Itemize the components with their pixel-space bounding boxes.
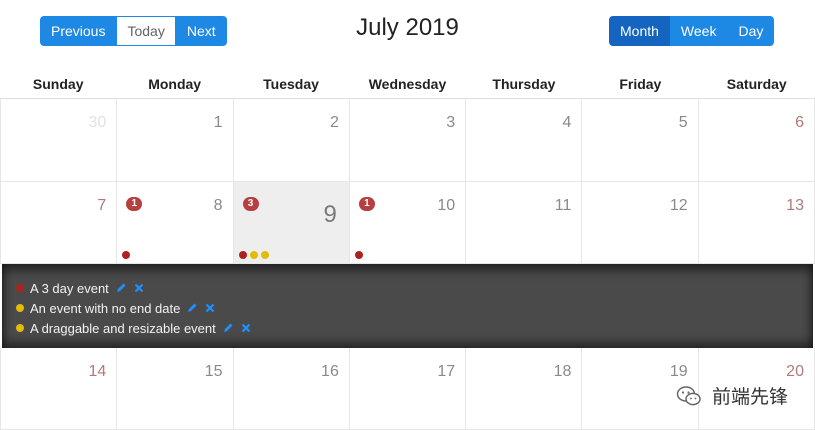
wechat-icon [676, 385, 701, 405]
day-number: 14 [88, 363, 107, 380]
day-number: 8 [213, 197, 223, 214]
close-icon[interactable] [204, 302, 216, 314]
event-color-dot [16, 324, 24, 332]
day-number: 9 [323, 201, 337, 228]
day-number: 17 [437, 363, 456, 380]
day-number: 1 [213, 114, 223, 131]
event-dot [354, 251, 363, 259]
event-color-dot [16, 284, 24, 292]
day-cell[interactable]: 30 [0, 99, 118, 182]
event-count-badge: 3 [242, 197, 259, 211]
day-cell[interactable]: 81 [117, 182, 234, 264]
day-cell[interactable]: 10 1 [349, 182, 467, 264]
day-cell[interactable]: 7 [0, 182, 118, 264]
event-item[interactable]: A 3 day event [2, 278, 813, 298]
day-cell[interactable]: 17 [349, 348, 467, 430]
event-title[interactable]: An event with no end date [30, 301, 180, 316]
day-number: 3 [446, 114, 456, 131]
pencil-icon[interactable] [186, 302, 198, 314]
day-number: 2 [329, 114, 339, 131]
pencil-icon[interactable] [115, 282, 127, 294]
day-cell[interactable]: 4 [466, 99, 583, 182]
weekday-monday: Monday [148, 76, 202, 92]
weekday-wednesday: Wednesday [368, 76, 447, 92]
day-cell[interactable]: 15 [117, 348, 234, 430]
event-item[interactable]: A draggable and resizable event [2, 318, 813, 338]
day-number: 30 [88, 114, 107, 131]
week-view-button[interactable]: Week [669, 16, 728, 46]
day-cell[interactable]: 11 [466, 182, 583, 264]
day-number: 15 [204, 363, 223, 380]
weekday-friday: Friday [619, 76, 662, 92]
event-dot [238, 251, 247, 259]
weekday-header: Sunday Monday Tuesday Wednesday Thursday… [0, 64, 815, 99]
event-dots [122, 251, 131, 259]
day-number: 13 [786, 197, 804, 214]
weekday-saturday: Saturday [726, 76, 787, 92]
day-cell[interactable]: 5 [582, 99, 699, 182]
day-number: 10 [437, 197, 456, 214]
weekday-tuesday: Tuesday [263, 76, 319, 92]
calendar-toolbar: Previous Today Next July 2019 Month Week… [0, 0, 815, 64]
event-color-dot [16, 304, 24, 312]
event-title[interactable]: A draggable and resizable event [30, 321, 216, 336]
day-number: 7 [97, 197, 107, 214]
day-number: 12 [669, 197, 688, 214]
day-cell[interactable]: 2 [233, 99, 350, 182]
day-number: 18 [553, 363, 572, 380]
event-dot [122, 251, 131, 259]
event-dots [354, 251, 363, 259]
close-icon[interactable] [133, 282, 145, 294]
week-row: 30 1 2 3 4 5 6 [0, 99, 815, 182]
close-icon[interactable] [240, 322, 252, 334]
day-cell[interactable]: 93 [233, 182, 350, 264]
pencil-icon[interactable] [222, 322, 234, 334]
day-cell[interactable]: 18 [466, 348, 583, 430]
day-cell[interactable]: 12 [582, 182, 699, 264]
week-row: 7 8 1 9 3 10 1 11 12 13 [0, 182, 815, 264]
event-count-badge: 1 [126, 197, 143, 211]
day-cell[interactable]: 16 [233, 348, 350, 430]
day-cell[interactable]: 6 [698, 99, 815, 182]
day-cell[interactable]: 3 [349, 99, 467, 182]
day-number: 19 [669, 363, 688, 380]
day-view-button[interactable]: Day [727, 16, 775, 46]
day-cell[interactable]: 1 [117, 99, 234, 182]
day-number: 11 [554, 197, 572, 214]
weekday-sunday: Sunday [32, 76, 84, 92]
event-count-badge: 1 [358, 197, 375, 211]
day-number: 5 [678, 114, 688, 131]
day-number: 6 [795, 114, 804, 131]
day-number: 16 [321, 363, 339, 380]
day-number: 4 [562, 114, 572, 131]
event-dots [238, 251, 269, 259]
event-item[interactable]: An event with no end date [2, 298, 813, 318]
day-cell[interactable]: 13 [698, 182, 815, 264]
event-dot [249, 251, 258, 259]
day-number: 20 [786, 363, 804, 380]
view-button-group: Month Week Day [609, 16, 775, 46]
event-dot [260, 251, 269, 259]
open-day-events-panel: A 3 day event An event with no end date … [2, 264, 813, 348]
weekday-thursday: Thursday [492, 76, 556, 92]
watermark-text: 前端先锋 [712, 387, 789, 408]
event-title[interactable]: A 3 day event [30, 281, 109, 296]
watermark: 前端先锋 [676, 382, 788, 409]
month-view-button[interactable]: Month [609, 16, 670, 46]
day-cell[interactable]: 14 [0, 348, 118, 430]
